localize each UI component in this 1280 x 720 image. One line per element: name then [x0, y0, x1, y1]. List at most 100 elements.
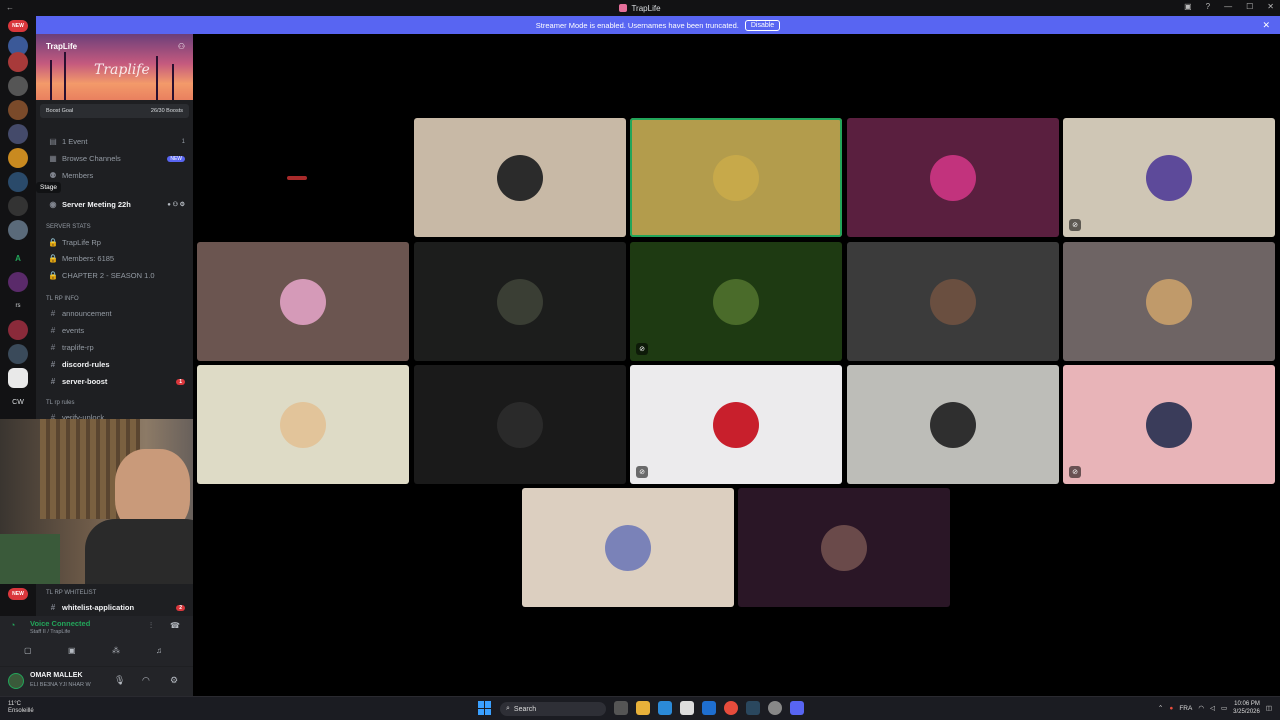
- server-icon[interactable]: [8, 220, 28, 240]
- hashtag-icon: #: [50, 309, 56, 318]
- steam-icon[interactable]: [746, 701, 760, 715]
- inbox-icon[interactable]: ▣: [1184, 2, 1192, 11]
- close-window-icon[interactable]: ✕: [1267, 2, 1274, 11]
- back-icon[interactable]: ←: [6, 3, 14, 12]
- new-badge-bottom[interactable]: NEW: [8, 588, 28, 600]
- category-tl-rp-rules[interactable]: TL rp rules: [46, 400, 74, 406]
- headphones-icon[interactable]: ◠: [142, 675, 150, 686]
- file-explorer-icon[interactable]: [636, 701, 650, 715]
- participant-tile[interactable]: ⊘: [630, 242, 842, 361]
- category-server-stats[interactable]: SERVER STATS: [46, 224, 91, 230]
- server-icon[interactable]: [8, 76, 28, 96]
- participant-tile[interactable]: [414, 118, 626, 237]
- language-indicator[interactable]: FRA: [1179, 705, 1192, 712]
- channel-events[interactable]: # events: [36, 323, 193, 338]
- maximize-icon[interactable]: ☐: [1246, 2, 1253, 11]
- battery-icon[interactable]: ▭: [1221, 704, 1227, 712]
- invite-people-icon[interactable]: ⚇: [178, 42, 185, 51]
- stage-channel[interactable]: ◉ Server Meeting 22h ● ⚇ ⚙: [36, 197, 193, 212]
- chrome-icon[interactable]: [724, 701, 738, 715]
- browse-channels-row[interactable]: ▦ Browse Channels NEW: [36, 151, 193, 166]
- chevron-up-icon[interactable]: ⌃: [1158, 704, 1163, 712]
- disable-streamer-button[interactable]: Disable: [744, 19, 781, 31]
- stat-channel[interactable]: 🔒 Members: 6185: [36, 251, 193, 266]
- taskbar-search[interactable]: ⌕ Search: [500, 702, 606, 716]
- help-icon[interactable]: ?: [1206, 2, 1210, 11]
- server-icon[interactable]: [8, 172, 28, 192]
- participant-avatar: [497, 154, 543, 201]
- participant-tile[interactable]: ⊘: [630, 365, 842, 484]
- participant-tile[interactable]: [414, 242, 626, 361]
- mail-icon[interactable]: [702, 701, 716, 715]
- mention-badge: 1: [176, 378, 185, 385]
- discord-icon[interactable]: [790, 701, 804, 715]
- stat-channel[interactable]: 🔒 TrapLife Rp: [36, 235, 193, 250]
- category-whitelist[interactable]: TL RP WHITELIST: [46, 590, 96, 596]
- weather-widget[interactable]: 11°C Ensoleillé: [8, 701, 34, 715]
- stage-channel-name: Server Meeting 22h: [62, 200, 131, 209]
- channel-traplife-rp[interactable]: # traplife-rp: [36, 340, 193, 355]
- participant-tile[interactable]: [630, 118, 842, 237]
- server-icon[interactable]: [8, 196, 28, 216]
- wifi-icon[interactable]: ◠: [1198, 704, 1204, 712]
- server-rs-icon[interactable]: rs: [8, 296, 28, 316]
- server-icon[interactable]: [8, 100, 28, 120]
- server-cw-icon[interactable]: CW: [8, 392, 28, 412]
- github-icon[interactable]: [768, 701, 782, 715]
- participant-tile[interactable]: [197, 365, 409, 484]
- participant-tile[interactable]: [1063, 242, 1275, 361]
- members-row[interactable]: ⚉ Members: [36, 168, 193, 183]
- participant-tile[interactable]: [197, 242, 409, 361]
- participant-tile[interactable]: [738, 488, 950, 607]
- channel-whitelist-application[interactable]: # whitelist-application 2: [36, 600, 193, 615]
- participant-tile[interactable]: ⊘: [1063, 365, 1275, 484]
- channel-announcement[interactable]: # announcement: [36, 306, 193, 321]
- start-icon[interactable]: [478, 701, 492, 715]
- minimize-icon[interactable]: —: [1224, 2, 1232, 11]
- participant-tile[interactable]: [847, 118, 1059, 237]
- category-tl-rp-info[interactable]: TL RP INFO: [46, 296, 79, 302]
- volume-icon[interactable]: ◁: [1210, 704, 1215, 712]
- store-icon[interactable]: [680, 701, 694, 715]
- events-row[interactable]: ▤ 1 Event 1: [36, 134, 193, 149]
- camera-off-icon[interactable]: ▢: [24, 646, 32, 655]
- server-icon[interactable]: [8, 124, 28, 144]
- new-badge-top[interactable]: NEW: [8, 20, 28, 32]
- settings-gear-icon[interactable]: ⚙: [170, 675, 178, 686]
- participant-tile[interactable]: ⊘: [1063, 118, 1275, 237]
- mic-active-icon[interactable]: ●: [1169, 705, 1173, 712]
- user-avatar[interactable]: [8, 673, 24, 689]
- server-icon[interactable]: [8, 272, 28, 292]
- clock[interactable]: 10:06 PM 3/25/2026: [1233, 700, 1260, 716]
- participant-tile[interactable]: [847, 365, 1059, 484]
- soundboard-icon[interactable]: ♫: [156, 646, 162, 655]
- boost-goal-bar[interactable]: Boost Goal 26/30 Boosts: [40, 104, 189, 118]
- stage-actions-icons[interactable]: ● ⚇ ⚙: [167, 201, 185, 208]
- channel-discord-rules[interactable]: # discord-rules: [36, 357, 193, 372]
- microphone-icon[interactable]: 🎙: [114, 675, 125, 686]
- noise-suppression-icon[interactable]: ⫶: [150, 621, 152, 631]
- participant-tile[interactable]: [522, 488, 734, 607]
- taskview-icon[interactable]: [614, 701, 628, 715]
- stat-channel[interactable]: 🔒 CHAPTER 2 - SEASON 1.0: [36, 268, 193, 283]
- activities-icon[interactable]: ⁂: [112, 646, 120, 655]
- server-icon[interactable]: [8, 52, 28, 72]
- participant-tile[interactable]: [414, 365, 626, 484]
- disconnect-icon[interactable]: ☎: [170, 621, 180, 630]
- server-name[interactable]: TrapLife: [46, 42, 77, 51]
- close-banner-icon[interactable]: ✕: [1262, 20, 1270, 31]
- voice-status[interactable]: Voice Connected: [30, 619, 90, 628]
- server-icon[interactable]: [8, 344, 28, 364]
- server-icon[interactable]: [8, 320, 28, 340]
- server-icon[interactable]: [8, 148, 28, 168]
- participant-tile[interactable]: [847, 242, 1059, 361]
- notifications-icon[interactable]: ◫: [1266, 704, 1272, 712]
- user-name[interactable]: OMAR MALLEK: [30, 672, 83, 679]
- channel-server-boost[interactable]: # server-boost 1: [36, 374, 193, 389]
- server-a-icon[interactable]: A: [8, 248, 28, 268]
- voice-channel[interactable]: Staff II / TrapLife: [30, 629, 70, 635]
- server-banner[interactable]: Traplife TrapLife ⚇: [36, 34, 193, 100]
- edge-icon[interactable]: [658, 701, 672, 715]
- active-server-icon[interactable]: [8, 368, 28, 388]
- screen-share-icon[interactable]: ▣: [68, 646, 76, 655]
